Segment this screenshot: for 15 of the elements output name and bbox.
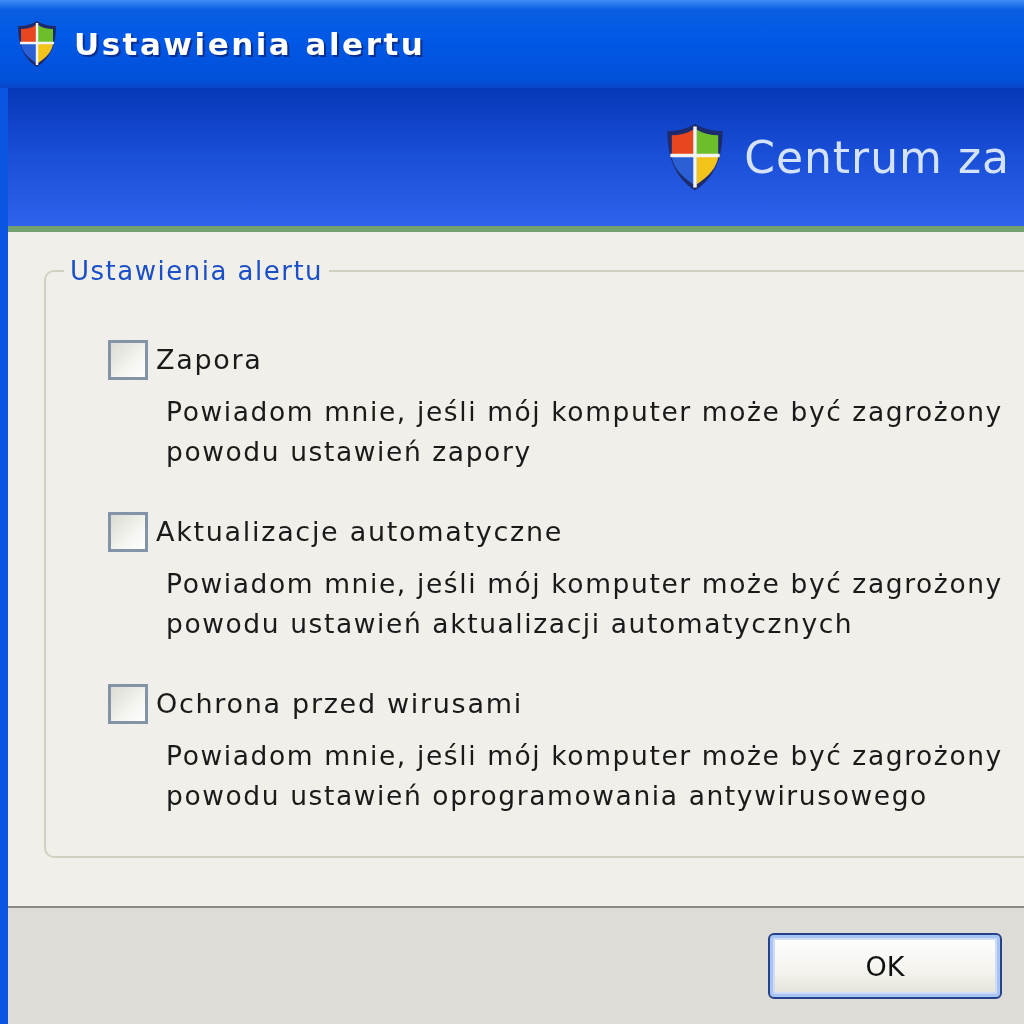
shield-icon [16,20,58,68]
option-description: Powiadom mnie, jeśli mój komputer może być zagrożony powodu ustawień aktualizacji automatycznych [166,567,1003,641]
checkbox-label[interactable]: Aktualizacje automatyczne [156,512,564,552]
shield-icon [666,121,725,193]
ok-button[interactable]: OK [768,933,1002,999]
checkbox[interactable] [108,340,148,380]
window-title: Ustawienia alertu [74,26,426,62]
option-description: Powiadom mnie, jeśli mój komputer może być zagrożony powodu ustawień zapory [166,395,1003,469]
group-title: Ustawienia alertu [69,256,325,286]
checkbox[interactable] [108,512,148,552]
checkbox[interactable] [108,684,148,724]
banner-title: Centrum za [744,131,1010,183]
option-description: Powiadom mnie, jeśli mój komputer może być zagrożony powodu ustawień oprogramowania antywirusowego [166,739,1003,813]
checkbox-label[interactable]: Zapora [156,340,263,380]
checkbox-label[interactable]: Ochrona przed wirusami [156,684,523,724]
